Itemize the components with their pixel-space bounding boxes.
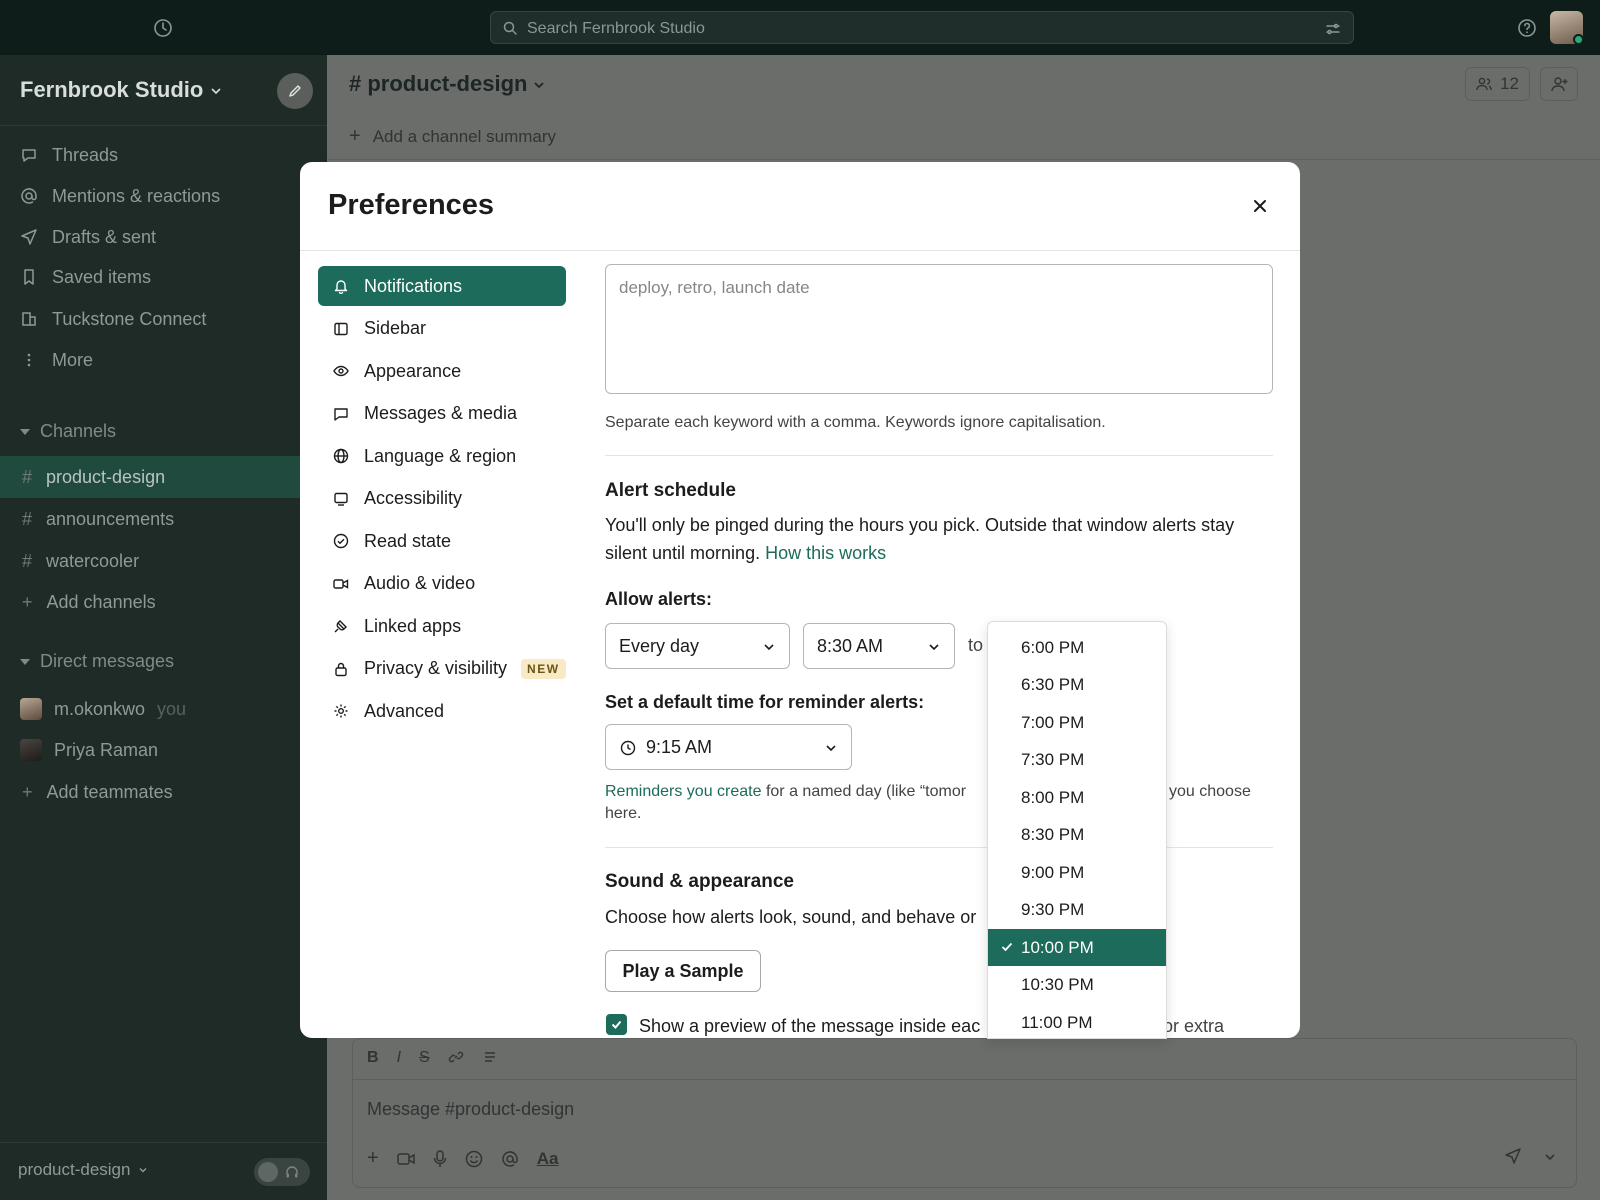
menu-item-linked-apps[interactable]: Linked apps <box>318 606 566 646</box>
time-option[interactable]: 7:00 PM <box>988 704 1166 741</box>
time-option[interactable]: 6:00 PM <box>988 629 1166 666</box>
selected-time-label: 10:00 PM <box>1021 937 1094 957</box>
check-icon <box>1001 942 1013 952</box>
play-sample-button[interactable]: Play a Sample <box>605 950 761 992</box>
menu-item-advanced[interactable]: Advanced <box>318 691 566 731</box>
gear-icon <box>334 704 348 718</box>
menu-item-messages-media[interactable]: Messages & media <box>318 394 566 434</box>
from-time-value: 8:30 AM <box>817 635 884 656</box>
menu-item-audio-video[interactable]: Audio & video <box>318 564 566 604</box>
menu-item-label: Language & region <box>364 445 517 466</box>
lock-icon <box>335 662 347 676</box>
menu-item-privacy-visibility[interactable]: Privacy & visibility NEW <box>318 649 566 689</box>
time-option[interactable]: 11:00 PM <box>988 1004 1166 1038</box>
menu-item-label: Sidebar <box>364 318 427 338</box>
time-option[interactable]: 10:30 PM <box>988 966 1166 1003</box>
menu-item-label: Accessibility <box>364 488 463 508</box>
menu-item-label: Appearance <box>364 360 462 381</box>
menu-item-read-state[interactable]: Read state <box>318 521 566 561</box>
time-option[interactable]: 7:30 PM <box>988 741 1166 778</box>
menu-item-accessibility[interactable]: Accessibility <box>318 479 566 519</box>
to-time-dropdown: 6:00 PM 6:30 PM 7:00 PM 7:30 PM 8:00 PM … <box>987 621 1167 1039</box>
menu-item-sidebar[interactable]: Sidebar <box>318 309 566 349</box>
menu-item-notifications[interactable]: Notifications <box>318 266 566 306</box>
video-icon <box>333 578 349 589</box>
modal-header-divider <box>300 250 1300 251</box>
clock-icon <box>620 740 636 756</box>
plug-icon <box>334 620 347 633</box>
menu-item-label: Messages & media <box>364 403 518 423</box>
menu-item-label: Advanced <box>364 700 445 721</box>
days-select-value: Every day <box>619 635 700 656</box>
check-circle-icon <box>333 533 349 549</box>
menu-item-appearance[interactable]: Appearance <box>318 351 566 391</box>
modal-title: Preferences <box>328 189 495 221</box>
how-this-works-link[interactable]: How this works <box>765 543 886 563</box>
time-option[interactable]: 8:30 PM <box>988 816 1166 853</box>
chevron-down-icon <box>929 644 939 651</box>
check-icon <box>611 1020 622 1029</box>
time-option[interactable]: 8:00 PM <box>988 779 1166 816</box>
bell-icon <box>334 280 348 294</box>
chevron-down-icon <box>826 745 836 752</box>
menu-item-language-region[interactable]: Language & region <box>318 436 566 476</box>
new-badge: NEW <box>521 658 566 679</box>
sidebar-icon <box>334 322 348 335</box>
time-option-selected[interactable]: 10:00 PM <box>988 929 1166 966</box>
preview-checkbox[interactable] <box>606 1014 627 1035</box>
eye-icon <box>333 365 349 377</box>
preferences-menu: Notifications Sidebar Appearance Message… <box>318 266 566 734</box>
close-icon[interactable] <box>1248 194 1272 218</box>
globe-icon <box>333 448 349 464</box>
reminder-time-select[interactable]: 9:15 AM <box>605 724 852 770</box>
message-icon <box>334 407 348 421</box>
reminders-link[interactable]: Reminders you create <box>605 783 762 800</box>
menu-item-label: Read state <box>364 530 452 551</box>
chevron-down-icon <box>764 644 774 651</box>
time-option[interactable]: 6:30 PM <box>988 666 1166 703</box>
from-time-select[interactable]: 8:30 AM <box>803 623 955 669</box>
keywords-textarea[interactable] <box>605 264 1273 394</box>
menu-item-label: Privacy & visibility <box>364 658 508 678</box>
reminder-time-value: 9:15 AM <box>646 736 713 757</box>
time-option[interactable]: 9:30 PM <box>988 891 1166 928</box>
menu-item-label: Linked apps <box>364 615 462 636</box>
monitor-icon <box>334 492 348 506</box>
menu-item-label: Notifications <box>364 275 463 296</box>
time-option[interactable]: 9:00 PM <box>988 854 1166 891</box>
days-select[interactable]: Every day <box>605 623 790 669</box>
menu-item-label: Audio & video <box>364 573 476 593</box>
